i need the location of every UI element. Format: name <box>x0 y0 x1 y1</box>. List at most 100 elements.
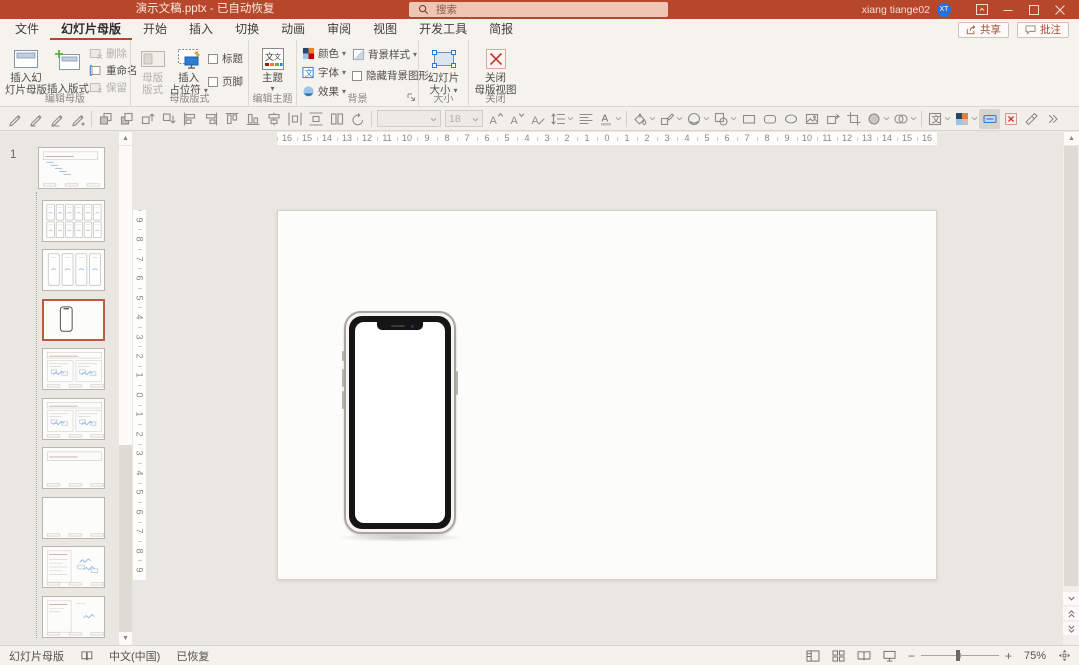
shape-outline-icon[interactable] <box>657 109 684 129</box>
canvas-scroll-up-button[interactable]: ▲ <box>1064 132 1079 145</box>
insert-picture-icon[interactable] <box>801 109 822 129</box>
zoom-slider-knob[interactable] <box>956 650 960 661</box>
footer-checkbox[interactable]: 页脚 <box>208 74 243 89</box>
spellcheck-book-icon[interactable] <box>80 650 93 662</box>
fill-color-icon[interactable] <box>630 109 657 129</box>
sidebar-scroll-down-button[interactable]: ▼ <box>119 632 132 645</box>
search-box[interactable]: 搜索 <box>409 2 668 17</box>
merge-shapes-icon[interactable] <box>711 109 738 129</box>
colors-button[interactable]: 颜色▾ <box>302 46 346 61</box>
font-size-combobox[interactable]: 18 <box>445 110 483 127</box>
change-picture-icon[interactable] <box>822 109 843 129</box>
reading-view-button[interactable] <box>857 650 871 661</box>
equal-size-icon[interactable] <box>326 109 347 129</box>
slide-canvas[interactable] <box>277 210 937 580</box>
maximize-button[interactable] <box>1021 0 1047 19</box>
line-spacing-icon[interactable] <box>548 109 575 129</box>
distribute-horizontal-icon[interactable] <box>284 109 305 129</box>
close-view-icon[interactable] <box>1000 109 1021 129</box>
themes-button[interactable]: 文文 主题 ▾ <box>254 43 291 93</box>
tab-7[interactable]: 视图 <box>362 19 408 40</box>
combine-shapes-icon[interactable] <box>891 109 918 129</box>
align-center-icon[interactable] <box>263 109 284 129</box>
fonts-button[interactable]: 文 字体▾ <box>302 65 346 80</box>
slide-master-thumbnail[interactable] <box>38 147 105 189</box>
decrease-font-size-icon[interactable]: A <box>506 109 527 129</box>
zoom-level-label[interactable]: 75% <box>1024 650 1046 662</box>
rounded-rectangle-icon[interactable] <box>759 109 780 129</box>
align-text-icon[interactable] <box>575 109 596 129</box>
layout-thumbnail-3[interactable] <box>42 299 105 341</box>
sidebar-scroll-up-button[interactable]: ▲ <box>119 132 132 145</box>
align-right-icon[interactable] <box>200 109 221 129</box>
tab-2[interactable]: 开始 <box>132 19 178 40</box>
layout-thumbnail-1[interactable] <box>42 200 105 242</box>
slide-sorter-view-button[interactable] <box>832 650 845 662</box>
send-to-back-icon[interactable] <box>116 109 137 129</box>
sidebar-scrollbar[interactable]: ▼ <box>119 146 132 645</box>
layout-thumbnail-9[interactable] <box>42 596 105 638</box>
view-name-label[interactable]: 幻灯片母版 <box>9 648 64 664</box>
tab-8[interactable]: 开发工具 <box>408 19 478 40</box>
theme-colors-icon[interactable] <box>952 109 979 129</box>
slide-size-button[interactable]: 幻灯片 大小 ▾ <box>424 43 463 96</box>
layout-thumbnail-4[interactable] <box>42 348 105 390</box>
avatar[interactable]: XT <box>937 3 951 17</box>
format-painter-icon[interactable] <box>1021 109 1042 129</box>
previous-slide-button[interactable] <box>1063 607 1079 620</box>
distribute-vertical-icon[interactable] <box>305 109 326 129</box>
increase-font-size-icon[interactable]: A <box>485 109 506 129</box>
close-master-view-button[interactable]: 关闭 母版视图 <box>474 43 517 96</box>
align-left-icon[interactable] <box>179 109 200 129</box>
minimize-button[interactable] <box>995 0 1021 19</box>
bring-forward-icon[interactable] <box>137 109 158 129</box>
ellipse-icon[interactable] <box>780 109 801 129</box>
font-name-combobox[interactable] <box>377 110 441 127</box>
layout-thumbnail-2[interactable] <box>42 249 105 291</box>
font-color-icon[interactable]: A <box>596 109 623 129</box>
crop-icon[interactable] <box>843 109 864 129</box>
slideshow-view-button[interactable] <box>883 650 896 662</box>
layout-thumbnail-8[interactable] <box>42 546 105 588</box>
send-backward-icon[interactable] <box>158 109 179 129</box>
tab-1[interactable]: 幻灯片母版 <box>50 19 132 40</box>
rotate-icon[interactable] <box>347 109 368 129</box>
insert-placeholder-button[interactable]: 插入 占位符 ▾ <box>169 43 208 96</box>
tab-4[interactable]: 切换 <box>224 19 270 40</box>
align-bottom-icon[interactable] <box>242 109 263 129</box>
normal-view-button[interactable] <box>806 650 820 662</box>
fit-to-window-button[interactable] <box>1058 649 1071 662</box>
layout-thumbnail-7[interactable] <box>42 497 105 539</box>
title-checkbox[interactable]: 标题 <box>208 51 243 66</box>
comments-button[interactable]: 批注 <box>1017 22 1069 38</box>
bring-to-front-icon[interactable] <box>95 109 116 129</box>
vertical-ruler[interactable]: 9876543210123456789 <box>133 210 146 580</box>
canvas-scrollbar[interactable] <box>1063 146 1079 645</box>
language-label[interactable]: 中文(中国) <box>109 648 160 664</box>
format-pen-2-icon[interactable] <box>25 109 46 129</box>
canvas-scrollbar-thumb[interactable] <box>1064 146 1078 586</box>
insert-slide-master-button[interactable]: 插入幻 灯片母版 <box>5 43 47 96</box>
tab-5[interactable]: 动画 <box>270 19 316 40</box>
tab-3[interactable]: 插入 <box>178 19 224 40</box>
zoom-in-button[interactable]: + <box>1005 651 1012 661</box>
close-button[interactable] <box>1047 0 1073 19</box>
background-dialog-launcher[interactable] <box>406 91 416 105</box>
align-top-icon[interactable] <box>221 109 242 129</box>
clear-formatting-icon[interactable]: A <box>527 109 548 129</box>
format-pen-1-icon[interactable] <box>4 109 25 129</box>
tab-0[interactable]: 文件 <box>4 19 50 40</box>
tab-6[interactable]: 审阅 <box>316 19 362 40</box>
more-icon[interactable] <box>1042 109 1063 129</box>
insert-layout-button[interactable]: 插入版式 <box>47 43 89 96</box>
zoom-out-button[interactable]: − <box>908 651 915 661</box>
format-pen-4-icon[interactable] <box>67 109 88 129</box>
zoom-slider[interactable] <box>921 655 999 656</box>
canvas-scroll-down-button[interactable] <box>1063 592 1079 605</box>
text-box-icon[interactable]: 文 <box>925 109 952 129</box>
layout-thumbnail-5[interactable] <box>42 398 105 440</box>
recolor-icon[interactable] <box>864 109 891 129</box>
tab-9[interactable]: 简报 <box>478 19 524 40</box>
user-name[interactable]: xiang tiange02 <box>862 4 930 16</box>
share-button[interactable]: 共享 <box>958 22 1009 38</box>
